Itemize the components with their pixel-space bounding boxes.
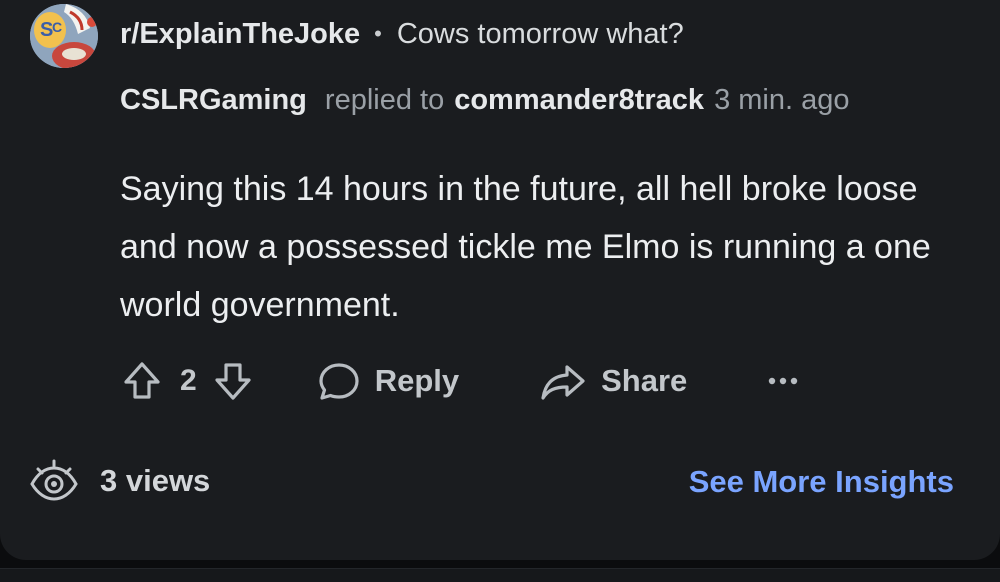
downvote-icon[interactable] (211, 359, 255, 403)
reply-label: Reply (374, 363, 460, 398)
views-insight: 3 views (28, 456, 210, 506)
share-button[interactable]: Share (539, 359, 687, 403)
comment-author[interactable]: CSLRGaming (120, 84, 307, 117)
vote-count: 2 (180, 364, 197, 397)
comment-body: Saying this 14 hours in the future, all … (120, 170, 931, 324)
replied-to-label: replied to (324, 83, 445, 116)
post-header: r/ExplainTheJoke • Cows tomorrow what? (120, 14, 684, 54)
share-arrow-icon (539, 359, 587, 403)
svg-text:C: C (52, 19, 62, 35)
views-count: 3 views (100, 463, 211, 498)
next-card-edge (0, 568, 1000, 582)
subreddit-avatar[interactable]: S C (30, 4, 98, 68)
avatar-image-icon: S C (30, 4, 98, 68)
post-title[interactable]: Cows tomorrow what? (397, 18, 684, 51)
reply-button[interactable]: Reply (317, 359, 459, 403)
chat-bubble-icon (317, 359, 361, 403)
see-more-insights-link[interactable]: See More Insights (689, 458, 954, 506)
comment-actions: 2 Reply Share (120, 356, 799, 406)
separator-dot: • (374, 21, 382, 46)
comment-card: S C r/ExplainTheJoke • Cows tomorrow wha… (0, 0, 1000, 560)
parent-author[interactable]: commander8track (454, 84, 704, 117)
upvote-icon[interactable] (120, 359, 164, 403)
comment-meta: CSLRGaming replied to commander8track 3 … (120, 80, 849, 120)
more-icon (767, 375, 799, 387)
more-options-button[interactable] (767, 375, 799, 387)
comment-timestamp: 3 min. ago (714, 83, 850, 116)
eye-icon (28, 457, 80, 505)
subreddit-name[interactable]: r/ExplainTheJoke (120, 18, 360, 51)
share-label: Share (601, 363, 688, 398)
